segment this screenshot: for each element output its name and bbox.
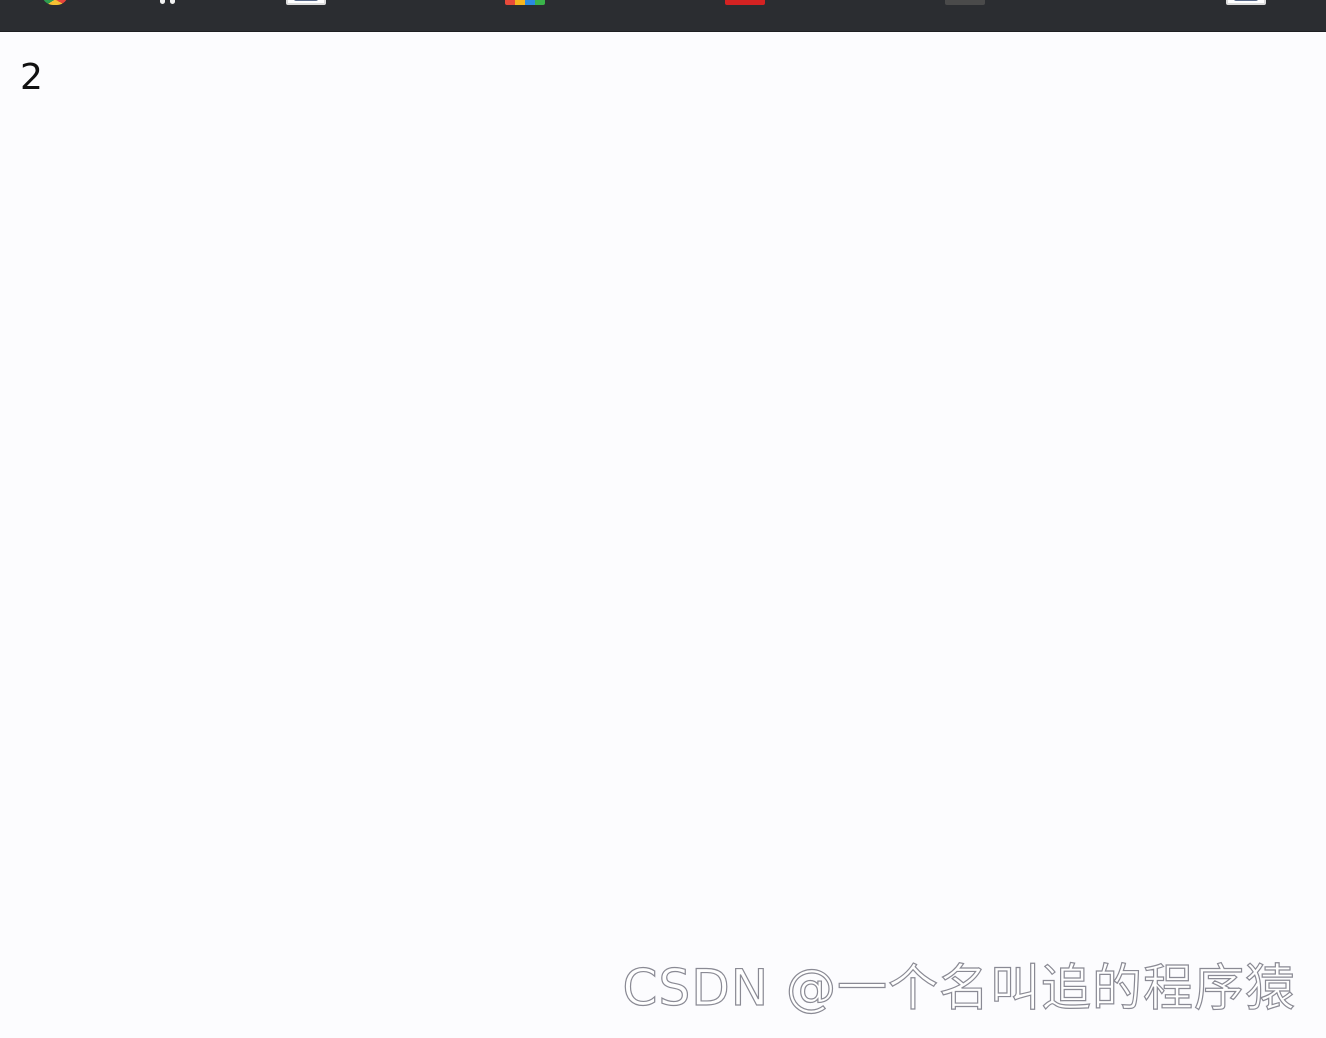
- window-icon[interactable]: [286, 0, 326, 5]
- app-glyph-icon[interactable]: [156, 0, 182, 5]
- red-app-icon[interactable]: [725, 0, 765, 5]
- content-number: 2: [20, 57, 43, 98]
- palette-icon[interactable]: [505, 0, 545, 5]
- taskbar: [0, 0, 1326, 32]
- chrome-icon[interactable]: [42, 0, 68, 5]
- window-icon[interactable]: [1226, 0, 1266, 5]
- dark-app-icon[interactable]: [945, 0, 985, 5]
- browser-page: 2 CSDN @一个名叫追的程序猿: [0, 0, 1326, 1038]
- watermark-text: CSDN @一个名叫追的程序猿: [622, 958, 1296, 1017]
